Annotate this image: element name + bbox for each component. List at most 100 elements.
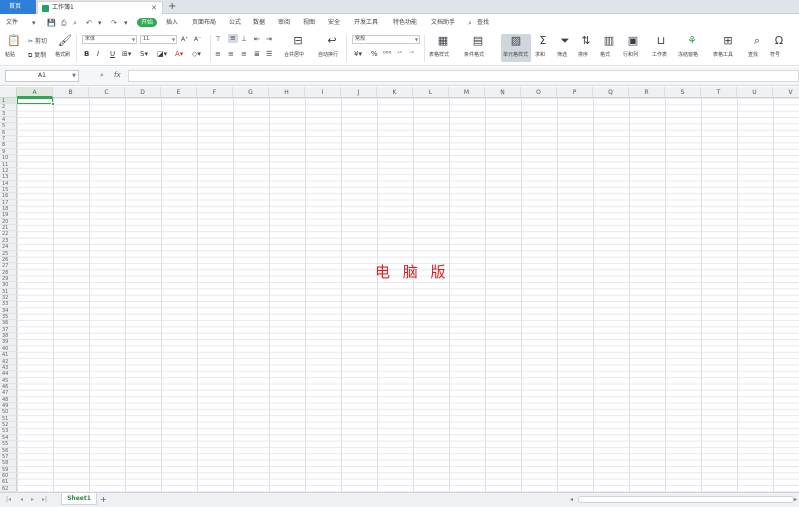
- wrap-text-icon[interactable]: ↩: [326, 34, 338, 47]
- fx-icon[interactable]: fx: [114, 71, 121, 79]
- indent-increase-icon[interactable]: ⇥: [266, 35, 272, 44]
- find-icon[interactable]: ⌕: [751, 34, 763, 47]
- strikethrough-icon[interactable]: S▾: [140, 50, 148, 59]
- font-color-icon[interactable]: A▾: [175, 50, 183, 59]
- customize-dropdown-icon[interactable]: ▾: [124, 19, 128, 27]
- freeze-panes-icon[interactable]: ⚘: [686, 34, 698, 47]
- indent-decrease-icon[interactable]: ⇤: [254, 35, 260, 44]
- save-icon[interactable]: 💾: [47, 19, 56, 27]
- percent-icon[interactable]: %: [371, 50, 378, 59]
- fill-handle[interactable]: [51, 102, 55, 107]
- column-header[interactable]: L: [413, 87, 449, 98]
- table-style-icon[interactable]: ▦: [437, 34, 449, 47]
- tab-page-layout[interactable]: 页面布局: [192, 15, 216, 31]
- column-header[interactable]: O: [521, 87, 557, 98]
- column-header[interactable]: F: [197, 87, 233, 98]
- filter-label[interactable]: 筛选: [557, 51, 567, 58]
- align-bottom-icon[interactable]: ⊥: [241, 35, 247, 44]
- column-header[interactable]: I: [305, 87, 341, 98]
- merge-center-icon[interactable]: ⊟: [292, 34, 304, 47]
- print-preview-icon[interactable]: ⌕: [73, 19, 77, 27]
- find-label[interactable]: 查找: [748, 51, 758, 58]
- align-right-icon[interactable]: ≡: [241, 50, 247, 59]
- column-header[interactable]: M: [449, 87, 485, 98]
- scroll-right-icon[interactable]: ▸: [794, 495, 797, 504]
- last-sheet-icon[interactable]: ▸|: [42, 495, 47, 505]
- copy-button[interactable]: ⧉ 复制: [28, 50, 46, 60]
- tab-home[interactable]: 开始: [137, 18, 158, 27]
- home-tab[interactable]: 首页: [0, 0, 36, 14]
- prev-sheet-icon[interactable]: ◂: [20, 495, 23, 505]
- cell-style-label[interactable]: 单元格样式: [503, 51, 528, 58]
- align-left-icon[interactable]: ≡: [215, 50, 221, 59]
- column-header[interactable]: N: [485, 87, 521, 98]
- number-format-select[interactable]: 常规 ▼: [352, 35, 420, 44]
- sum-label[interactable]: 求和: [535, 51, 545, 58]
- align-top-icon[interactable]: ⊤: [215, 35, 221, 44]
- tab-view[interactable]: 视图: [303, 15, 315, 31]
- column-header[interactable]: B: [53, 87, 89, 98]
- table-style-label[interactable]: 表格样式: [429, 51, 449, 58]
- tab-doc-assistant[interactable]: 文档助手: [431, 15, 455, 31]
- name-box[interactable]: A1 ▼: [5, 70, 79, 82]
- italic-icon[interactable]: I: [97, 50, 99, 59]
- column-header[interactable]: S: [665, 87, 701, 98]
- increase-font-icon[interactable]: A⁺: [181, 35, 188, 44]
- column-header[interactable]: Q: [593, 87, 629, 98]
- column-header[interactable]: U: [737, 87, 773, 98]
- tab-formulas[interactable]: 公式: [229, 15, 241, 31]
- border-icon[interactable]: ⊞▾: [122, 50, 131, 59]
- undo-icon[interactable]: ↶: [86, 19, 92, 27]
- freeze-panes-label[interactable]: 冻结窗格: [678, 51, 698, 58]
- font-name-select[interactable]: 宋体 ▼: [82, 35, 137, 44]
- format-icon[interactable]: ▥: [603, 34, 615, 47]
- tab-insert[interactable]: 插入: [166, 15, 178, 31]
- scroll-left-icon[interactable]: ◂: [570, 495, 573, 504]
- sort-label[interactable]: 排序: [578, 51, 588, 58]
- paste-label[interactable]: 粘贴: [5, 51, 15, 58]
- font-size-select[interactable]: 11 ▼: [140, 35, 177, 44]
- column-header[interactable]: C: [89, 87, 125, 98]
- row-col-label[interactable]: 行和列: [623, 51, 638, 58]
- menu-dropdown-icon[interactable]: ▾: [32, 19, 36, 27]
- cell-area[interactable]: [17, 98, 799, 492]
- document-tab[interactable]: 工作簿1 ✕: [37, 1, 163, 14]
- symbol-label[interactable]: 符号: [770, 51, 780, 58]
- next-sheet-icon[interactable]: ▸: [31, 495, 34, 505]
- column-header[interactable]: E: [161, 87, 197, 98]
- conditional-format-icon[interactable]: ▤: [472, 34, 484, 47]
- decrease-font-icon[interactable]: A⁻: [194, 35, 201, 44]
- column-header[interactable]: G: [233, 87, 269, 98]
- decrease-decimal-icon[interactable]: ⁻⁰: [409, 50, 414, 59]
- column-header[interactable]: A: [17, 87, 53, 98]
- new-tab-button[interactable]: +: [168, 0, 176, 13]
- sum-icon[interactable]: Σ: [537, 34, 549, 47]
- underline-icon[interactable]: U: [110, 50, 115, 59]
- print-icon[interactable]: ⎙: [61, 19, 67, 27]
- first-sheet-icon[interactable]: |◂: [6, 495, 11, 505]
- distributed-icon[interactable]: ☰: [266, 50, 272, 59]
- align-center-icon[interactable]: ≡: [228, 50, 234, 59]
- table-tools-label[interactable]: 表格工具: [713, 51, 733, 58]
- column-header[interactable]: H: [269, 87, 305, 98]
- align-middle-icon[interactable]: ≡: [228, 34, 238, 43]
- column-header[interactable]: D: [125, 87, 161, 98]
- justify-icon[interactable]: ≣: [254, 50, 260, 59]
- select-all-corner[interactable]: [0, 87, 17, 98]
- search-button[interactable]: 查找: [477, 15, 489, 31]
- tab-security[interactable]: 安全: [328, 15, 340, 31]
- horizontal-scrollbar[interactable]: [578, 496, 794, 503]
- active-cell[interactable]: [17, 98, 55, 107]
- clear-format-icon[interactable]: ◇▾: [192, 50, 201, 59]
- worksheet-icon[interactable]: ⊔: [655, 34, 667, 47]
- wrap-text-label[interactable]: 自动换行: [318, 51, 338, 58]
- row-col-icon[interactable]: ▣: [627, 34, 639, 47]
- cell-style-icon[interactable]: ▨: [510, 34, 522, 47]
- conditional-format-label[interactable]: 条件格式: [464, 51, 484, 58]
- close-tab-icon[interactable]: ✕: [151, 2, 157, 14]
- column-header[interactable]: R: [629, 87, 665, 98]
- column-header[interactable]: P: [557, 87, 593, 98]
- column-header[interactable]: K: [377, 87, 413, 98]
- tab-developer[interactable]: 开发工具: [354, 15, 378, 31]
- search-icon[interactable]: ⌕: [468, 19, 472, 27]
